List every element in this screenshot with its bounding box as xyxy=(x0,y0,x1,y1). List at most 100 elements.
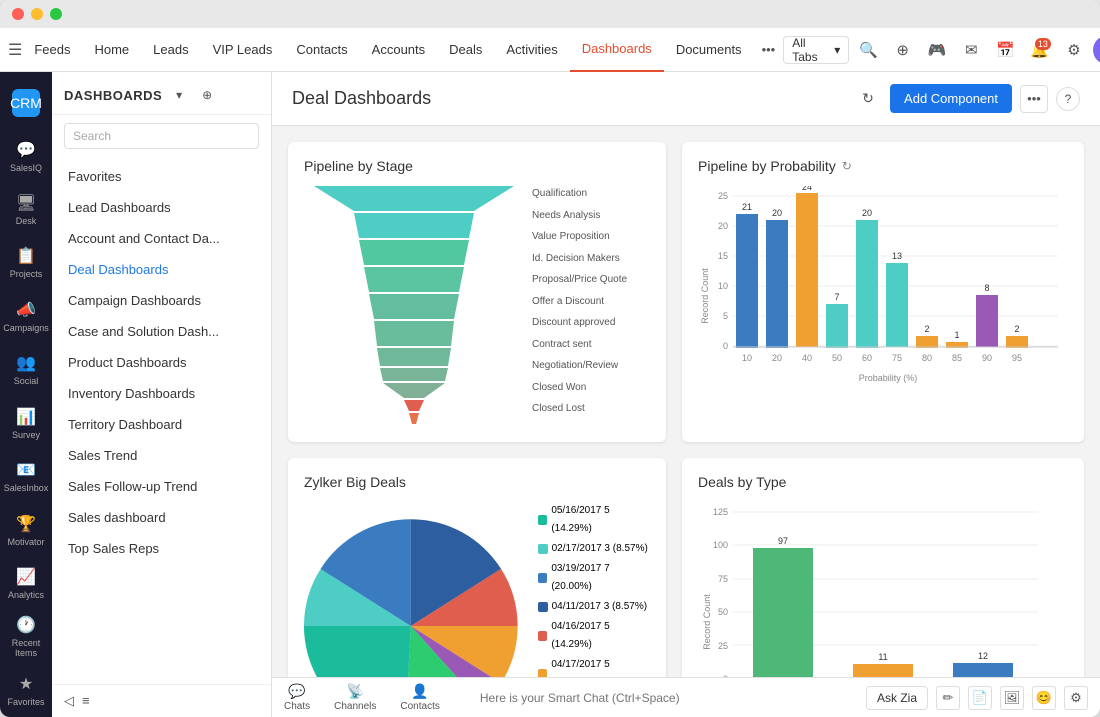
sidebar-item-salesiq[interactable]: 💬 SalesIQ xyxy=(0,129,52,182)
nav-activities[interactable]: Activities xyxy=(494,28,569,72)
sidebar-item-favorites[interactable]: ★ Favorites xyxy=(0,664,52,717)
nav-more[interactable]: ••• xyxy=(754,42,784,57)
nav-list: Favorites Lead Dashboards Account and Co… xyxy=(52,157,271,684)
list-view-icon[interactable]: ≡ xyxy=(82,693,90,709)
nav-campaign-dashboards[interactable]: Campaign Dashboards xyxy=(52,285,271,316)
app-window: ☰ Feeds Home Leads VIP Leads Contacts Ac… xyxy=(0,0,1100,717)
nav-inventory-dashboards[interactable]: Inventory Dashboards xyxy=(52,378,271,409)
sidebar-item-social[interactable]: 👥 Social xyxy=(0,343,52,396)
probability-refresh-icon[interactable]: ↻ xyxy=(842,159,852,173)
sidebar-item-desk[interactable]: 🖥 Desk xyxy=(0,183,52,236)
channels-button[interactable]: 📡 Channels xyxy=(334,683,376,712)
svg-text:95: 95 xyxy=(1012,353,1022,363)
content-header: Deal Dashboards ↻ Add Component ••• ? xyxy=(272,72,1100,126)
nav-leads[interactable]: Leads xyxy=(141,28,200,72)
nav-vip-leads[interactable]: VIP Leads xyxy=(201,28,285,72)
svg-text:125: 125 xyxy=(713,507,728,517)
close-button[interactable] xyxy=(12,8,24,20)
svg-text:15: 15 xyxy=(718,251,728,261)
nav-deal-dashboards[interactable]: Deal Dashboards xyxy=(52,254,271,285)
more-bottom-icon[interactable]: ⚙ xyxy=(1064,686,1088,710)
smart-chat-input[interactable] xyxy=(480,691,826,705)
svg-text:12: 12 xyxy=(978,651,988,661)
nav-documents[interactable]: Documents xyxy=(664,28,754,72)
help-button[interactable]: ? xyxy=(1056,87,1080,111)
svg-text:8: 8 xyxy=(984,283,989,293)
gamepad-icon[interactable]: 🎮 xyxy=(922,34,952,66)
nav-product-dashboards[interactable]: Product Dashboards xyxy=(52,347,271,378)
content-actions: ↻ Add Component ••• ? xyxy=(854,84,1080,113)
sidebar-item-analytics[interactable]: 📈 Analytics xyxy=(0,557,52,610)
document-icon[interactable]: 📄 xyxy=(968,686,992,710)
sidebar-item-crm[interactable]: CRM xyxy=(0,76,52,129)
search-input[interactable] xyxy=(64,123,259,149)
email-button[interactable]: ✉ xyxy=(956,34,986,66)
search-button[interactable]: 🔍 xyxy=(853,34,883,66)
add-button[interactable]: ⊕ xyxy=(888,34,918,66)
sidebar-item-survey[interactable]: 📊 Survey xyxy=(0,397,52,450)
refresh-button[interactable]: ↻ xyxy=(854,85,882,113)
image-icon[interactable]: 🖼 xyxy=(1000,686,1024,710)
sidebar-item-projects[interactable]: 📋 Projects xyxy=(0,236,52,289)
contacts-button[interactable]: 👤 Contacts xyxy=(400,683,439,712)
dropdown-icon[interactable]: ▾ xyxy=(168,84,190,106)
nav-feeds[interactable]: Feeds xyxy=(22,28,82,72)
svg-text:Record Count: Record Count xyxy=(702,594,712,650)
sidebar-item-campaigns[interactable]: 📣 Campaigns xyxy=(0,290,52,343)
ask-zia-button[interactable]: Ask Zia xyxy=(866,686,928,710)
minimize-button[interactable] xyxy=(31,8,43,20)
add-dashboard-button[interactable]: ⊕ xyxy=(196,84,218,106)
all-tabs-button[interactable]: All Tabs ▾ xyxy=(783,36,849,64)
calendar-button[interactable]: 📅 xyxy=(990,34,1020,66)
nav-sales-followup[interactable]: Sales Follow-up Trend xyxy=(52,471,271,502)
nav-territory-dashboard[interactable]: Territory Dashboard xyxy=(52,409,271,440)
nav-favorites[interactable]: Favorites xyxy=(52,161,271,192)
salesinbox-icon: 📧 xyxy=(16,460,36,480)
nav-sales-dashboard[interactable]: Sales dashboard xyxy=(52,502,271,533)
svg-text:13: 13 xyxy=(892,251,902,261)
maximize-button[interactable] xyxy=(50,8,62,20)
nav-case-solution[interactable]: Case and Solution Dash... xyxy=(52,316,271,347)
pie-container: 05/16/2017 5 (14.29%) 02/17/2017 3 (8.57… xyxy=(304,502,650,677)
sidebar-item-salesinbox[interactable]: 📧 SalesInbox xyxy=(0,450,52,503)
more-options-button[interactable]: ••• xyxy=(1020,85,1048,113)
svg-text:25: 25 xyxy=(718,191,728,201)
salesiq-icon: 💬 xyxy=(16,140,36,160)
left-panel-footer: ◁ ≡ xyxy=(52,684,271,717)
svg-text:24: 24 xyxy=(802,186,812,192)
sidebar-item-recent[interactable]: 🕐 Recent Items xyxy=(0,610,52,663)
nav-sales-trend[interactable]: Sales Trend xyxy=(52,440,271,471)
notifications-button[interactable]: 🔔 13 xyxy=(1025,34,1055,66)
channels-icon: 📡 xyxy=(347,683,364,700)
legend-item: 03/19/2017 7 (20.00%) xyxy=(538,560,650,596)
funnel-svg xyxy=(304,186,524,426)
legend-item: 05/16/2017 5 (14.29%) xyxy=(538,502,650,538)
svg-text:5: 5 xyxy=(723,311,728,321)
legend-item: 04/11/2017 3 (8.57%) xyxy=(538,598,650,616)
nav-contacts[interactable]: Contacts xyxy=(284,28,359,72)
top-nav: ☰ Feeds Home Leads VIP Leads Contacts Ac… xyxy=(0,28,1100,72)
avatar[interactable]: U xyxy=(1093,36,1100,64)
nav-top-sales-reps[interactable]: Top Sales Reps xyxy=(52,533,271,564)
nav-dashboards[interactable]: Dashboards xyxy=(570,28,664,72)
hamburger-icon[interactable]: ☰ xyxy=(8,34,22,66)
desk-icon: 🖥 xyxy=(16,193,36,213)
chats-button[interactable]: 💬 Chats xyxy=(284,683,310,712)
emoji-icon[interactable]: 😊 xyxy=(1032,686,1056,710)
nav-deals[interactable]: Deals xyxy=(437,28,494,72)
settings-button[interactable]: ⚙ xyxy=(1059,34,1089,66)
nav-account-contact[interactable]: Account and Contact Da... xyxy=(52,223,271,254)
svg-text:75: 75 xyxy=(718,574,728,584)
sidebar-item-motivator[interactable]: 🏆 Motivator xyxy=(0,503,52,556)
legend-item: 04/17/2017 5 (14.29%) xyxy=(538,656,650,677)
svg-text:7: 7 xyxy=(834,292,839,302)
nav-lead-dashboards[interactable]: Lead Dashboards xyxy=(52,192,271,223)
nav-accounts[interactable]: Accounts xyxy=(360,28,437,72)
page-title: Deal Dashboards xyxy=(292,88,854,109)
add-component-button[interactable]: Add Component xyxy=(890,84,1012,113)
svg-text:60: 60 xyxy=(862,353,872,363)
social-icon: 👥 xyxy=(16,353,36,373)
collapse-icon[interactable]: ◁ xyxy=(64,693,74,709)
nav-home[interactable]: Home xyxy=(82,28,141,72)
edit-icon[interactable]: ✏ xyxy=(936,686,960,710)
